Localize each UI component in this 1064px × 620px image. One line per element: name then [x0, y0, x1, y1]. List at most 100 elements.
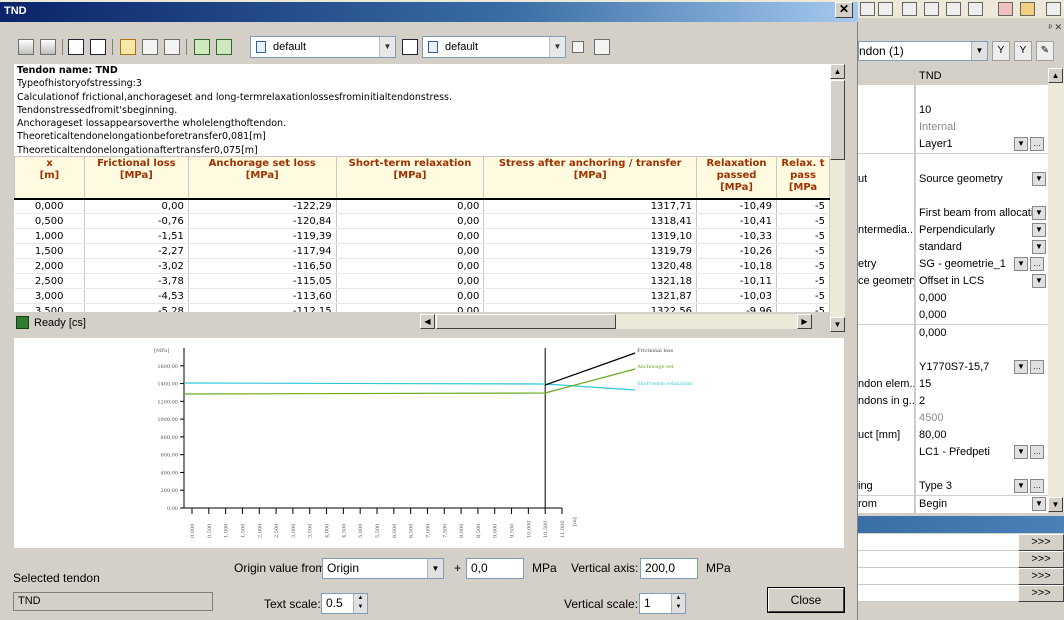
property-value[interactable]: 2 [916, 392, 1048, 410]
panel-pin-close[interactable]: ᵖ ✕ [1032, 22, 1062, 34]
ellipsis-button[interactable]: … [1030, 479, 1044, 494]
property-value[interactable]: 0,000 [916, 307, 1048, 325]
property-value[interactable]: Y1770S7-15,7 ▼… [916, 358, 1048, 376]
property-row[interactable]: Internal [858, 119, 1048, 137]
property-value[interactable]: standard ▼ [916, 239, 1048, 256]
property-row[interactable]: standard ▼ [858, 239, 1048, 256]
chevron-down-icon[interactable]: ▼ [1014, 445, 1028, 460]
print-icon[interactable] [90, 39, 106, 55]
property-value[interactable]: Offset in LCS ▼ [916, 273, 1048, 291]
report-vertical-scrollbar[interactable]: ▲ ▼ [830, 64, 845, 332]
scroll-left-icon[interactable]: ◀ [420, 314, 435, 329]
property-row[interactable]: etry SG - geometrie_1 ▼… [858, 256, 1048, 274]
property-value[interactable]: TND [916, 68, 1048, 85]
property-value[interactable]: LC1 - Předpeti ▼… [916, 444, 1048, 462]
dialog-close-icon[interactable]: ✕ [835, 2, 853, 18]
table-style-combo[interactable]: default ▼ [422, 36, 566, 58]
chevron-down-icon[interactable]: ▼ [1032, 496, 1046, 511]
property-row[interactable]: ing Type 3 ▼… [858, 478, 1048, 496]
table-row[interactable]: 0,500 -0,76 -120,84 0,00 1318,41 -10,41 -5 [14, 213, 830, 229]
ellipsis-button[interactable]: … [1030, 445, 1044, 460]
grid-settings-icon[interactable] [594, 39, 610, 55]
property-row[interactable] [858, 153, 1048, 171]
template-combo[interactable]: default ▼ [250, 36, 396, 58]
tendon-select[interactable]: ndon (1) ▼ [858, 41, 988, 61]
property-row[interactable]: 0,000 [858, 290, 1048, 308]
scroll-down-icon[interactable]: ▼ [1048, 497, 1063, 512]
property-value[interactable]: 10 [916, 102, 1048, 120]
property-row[interactable]: uct [mm] 80,00 [858, 427, 1048, 445]
property-row[interactable]: TND [858, 68, 1048, 85]
property-value[interactable]: Type 3 ▼… [916, 478, 1048, 496]
chevron-down-icon[interactable]: ▼ [1014, 359, 1028, 374]
property-row[interactable]: Y1770S7-15,7 ▼… [858, 358, 1048, 376]
chevron-down-icon[interactable]: ▼ [1032, 240, 1046, 254]
expand-more-button[interactable]: >>> [1018, 568, 1064, 585]
property-row[interactable]: rom Begin ▼ [858, 495, 1048, 513]
property-row[interactable]: First beam from allocatic ▼ [858, 204, 1048, 222]
table-row[interactable]: 1,500 -2,27 -117,94 0,00 1319,79 -10,26 -5 [14, 243, 830, 259]
dialog-titlebar[interactable]: TND [0, 2, 858, 22]
property-value[interactable] [916, 153, 1048, 171]
table-row[interactable]: 2,000 -3,02 -116,50 0,00 1320,48 -10,18 -5 [14, 258, 830, 274]
filter-icon[interactable]: Y [1014, 41, 1032, 61]
property-value[interactable]: 0,000 [916, 324, 1048, 342]
style-icon[interactable] [402, 39, 418, 55]
property-row[interactable]: ntermedia... Perpendicularly ▼ [858, 221, 1048, 239]
property-value[interactable]: Internal [916, 119, 1048, 137]
table-row[interactable]: 3,000 -4,53 -113,60 0,00 1321,87 -10,03 -5 [14, 288, 830, 304]
chevron-down-icon[interactable]: ▼ [1032, 274, 1046, 289]
print-preview-icon[interactable] [68, 39, 84, 55]
export-all-icon[interactable] [216, 39, 232, 55]
ellipsis-button[interactable]: … [1030, 359, 1044, 374]
property-value[interactable]: Perpendicularly ▼ [916, 221, 1048, 239]
property-value[interactable] [916, 85, 1048, 103]
property-value[interactable]: 80,00 [916, 427, 1048, 445]
property-row[interactable] [858, 341, 1048, 359]
page-icon[interactable] [164, 39, 180, 55]
property-row[interactable]: 0,000 [858, 307, 1048, 325]
property-value[interactable]: Layer1 ▼… [916, 136, 1048, 154]
property-row[interactable]: 0,000 [858, 324, 1048, 342]
panel-tool-icon[interactable] [1046, 2, 1061, 16]
grid-small-icon[interactable] [572, 41, 584, 53]
chevron-down-icon[interactable]: ▼ [1032, 205, 1046, 220]
panel-tool-icon[interactable] [878, 2, 893, 16]
property-row[interactable] [858, 187, 1048, 205]
property-row[interactable]: 4500 [858, 410, 1048, 427]
expand-more-button[interactable]: >>> [1018, 551, 1064, 568]
property-row[interactable]: ce geometry Offset in LCS ▼ [858, 273, 1048, 291]
property-value[interactable]: Source geometry ▼ [916, 170, 1048, 188]
property-value[interactable]: 0,000 [916, 290, 1048, 308]
page-layout-icon[interactable] [120, 39, 136, 55]
property-row[interactable]: Layer1 ▼… [858, 136, 1048, 154]
property-value[interactable] [916, 461, 1048, 479]
property-value[interactable] [916, 341, 1048, 359]
chevron-down-icon[interactable]: ▼ [549, 37, 565, 57]
table-row[interactable]: 1,000 -1,51 -119,39 0,00 1319,10 -10,33 -5 [14, 228, 830, 244]
property-value[interactable]: 15 [916, 375, 1048, 393]
export-icon[interactable] [194, 39, 210, 55]
scroll-thumb[interactable] [436, 314, 616, 329]
property-row[interactable]: 10 [858, 102, 1048, 120]
property-value[interactable]: 4500 [916, 410, 1048, 427]
panel-tool-icon[interactable] [1020, 2, 1035, 16]
expand-more-button[interactable]: >>> [1018, 534, 1064, 551]
property-row[interactable]: ut Source geometry ▼ [858, 170, 1048, 188]
select-filter-icon[interactable]: Y [992, 41, 1010, 61]
property-row[interactable] [858, 85, 1048, 103]
property-value[interactable]: SG - geometrie_1 ▼… [916, 256, 1048, 274]
property-value[interactable]: First beam from allocatic ▼ [916, 204, 1048, 222]
chevron-down-icon[interactable]: ▼ [971, 42, 987, 60]
expand-more-button[interactable]: >>> [1018, 585, 1064, 602]
table-row[interactable]: 3,500 -5,28 -112,15 0,00 1322,56 -9,96 -5 [14, 303, 830, 312]
panel-vertical-scrollbar[interactable]: ▲ ▼ [1048, 68, 1064, 512]
ellipsis-button[interactable]: … [1030, 257, 1044, 272]
ellipsis-button[interactable]: … [1030, 137, 1044, 152]
panel-tool-icon[interactable] [998, 2, 1013, 16]
property-row[interactable]: ndons in g... 2 [858, 392, 1048, 410]
chevron-down-icon[interactable]: ▼ [1014, 257, 1028, 272]
property-value[interactable] [916, 187, 1048, 205]
scroll-thumb[interactable] [830, 80, 845, 160]
split-view-icon[interactable] [142, 39, 158, 55]
